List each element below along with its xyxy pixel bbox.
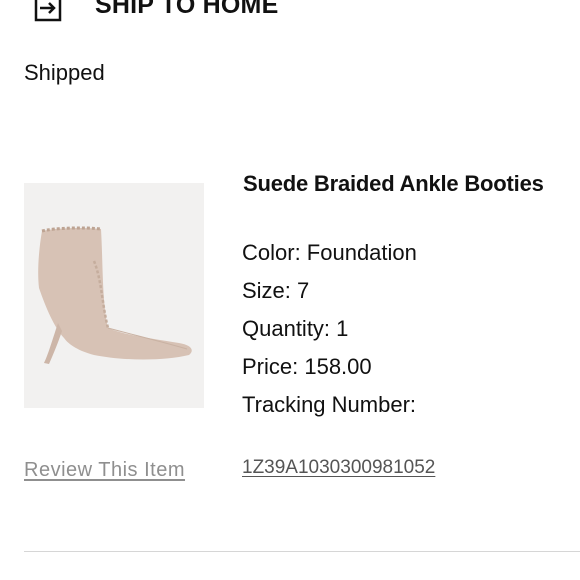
product-size: Size: 7 [242, 278, 310, 303]
boot-image [38, 226, 192, 364]
product-image[interactable] [24, 183, 204, 408]
product-color: Color: Foundation [242, 240, 417, 265]
review-item-link[interactable]: Review This Item [24, 459, 185, 482]
tracking-number-label: Tracking Number: [242, 392, 417, 417]
ship-to-home-icon [32, 0, 68, 22]
product-name: Suede Braided Ankle Booties [243, 171, 544, 196]
ship-to-home-title: SHIP TO HOME [95, 0, 279, 19]
product-details: Color: Foundation Size: 7 Quantity: 1 Pr… [242, 234, 417, 424]
tracking-number-link[interactable]: 1Z39A1030300981052 [242, 457, 435, 479]
ship-to-home-header: SHIP TO HOME [0, 0, 580, 26]
divider [24, 551, 580, 552]
product-price: Price: 158.00 [242, 354, 372, 379]
order-status: Shipped [24, 60, 105, 85]
product-quantity: Quantity: 1 [242, 316, 349, 341]
